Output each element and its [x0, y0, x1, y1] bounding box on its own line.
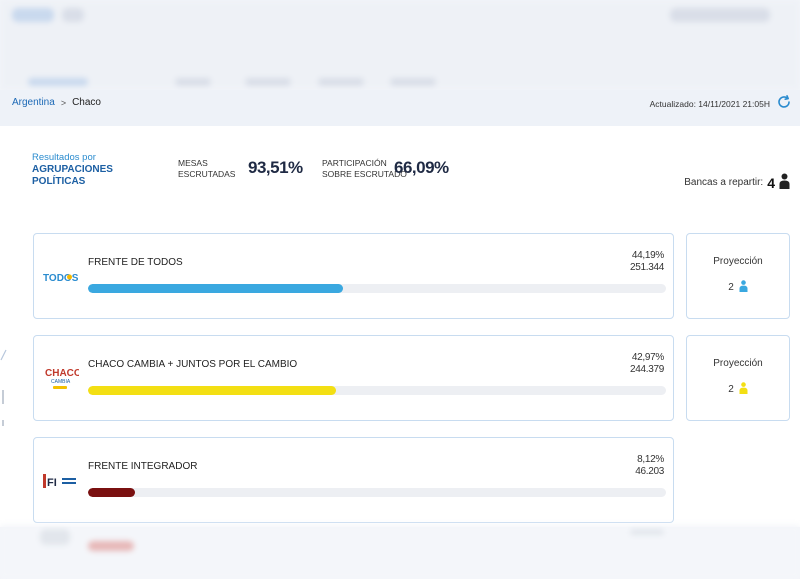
svg-text:CHACO: CHACO: [45, 368, 79, 379]
breadcrumb-country[interactable]: Argentina: [12, 97, 55, 108]
projection-title: Proyección: [713, 358, 763, 369]
projection-seats-value: 2: [728, 282, 734, 293]
party-name: FRENTE DE TODOS: [88, 257, 183, 268]
vote-share-bar: [88, 488, 666, 497]
party-name: CHACO CAMBIA + JUNTOS POR EL CAMBIO: [88, 359, 298, 370]
bancas-value: 4: [767, 174, 775, 191]
vote-share-bar: [88, 386, 666, 395]
party-votes: 251.344: [629, 262, 664, 273]
party-percentage: 8,12%: [637, 454, 664, 465]
projection-title: Proyección: [713, 256, 763, 267]
background-footer: [0, 525, 800, 579]
mesas-value: 93,51%: [248, 158, 303, 177]
bancas-a-repartir: Bancas a repartir: 4: [684, 173, 790, 192]
chaco-cambia-logo: CHACO CAMBIA: [43, 364, 79, 394]
svg-text:CAMBIA: CAMBIA: [51, 379, 71, 385]
side-edge-decoration: [0, 340, 8, 430]
vote-share-fill: [88, 284, 344, 293]
results-by-label: Resultados por AGRUPACIONES POLÍTICAS: [32, 152, 113, 188]
frente-de-todos-logo: TODOS: [43, 262, 79, 292]
svg-text:FI: FI: [47, 477, 57, 489]
projection-seats-value: 2: [728, 384, 734, 395]
bancas-label: Bancas a repartir:: [684, 177, 764, 188]
breadcrumb-separator: >: [60, 97, 67, 108]
mesas-label: MESAS ESCRUTADAS: [178, 158, 236, 179]
results-panel: Argentina > Chaco Actualizado: 14/11/202…: [0, 90, 800, 527]
person-icon: [739, 280, 748, 295]
breadcrumb-bar: Argentina > Chaco Actualizado: 14/11/202…: [0, 90, 800, 126]
vote-share-bar: [88, 284, 666, 293]
vote-share-fill: [88, 488, 135, 497]
updated-timestamp: Actualizado: 14/11/2021 21:05H: [649, 99, 770, 109]
person-icon: [739, 382, 748, 397]
projection-seats: 2: [687, 280, 789, 295]
projection-seats: 2: [687, 382, 789, 397]
party-card-chaco-cambia[interactable]: CHACO CAMBIA CHACO CAMBIA + JUNTOS POR E…: [33, 335, 674, 421]
party-votes: 244.379: [629, 364, 664, 375]
breadcrumb: Argentina > Chaco: [12, 97, 101, 108]
projection-card-chaco-cambia: Proyección 2: [686, 335, 790, 421]
vote-share-fill: [88, 386, 337, 395]
party-card-frente-de-todos[interactable]: TODOS FRENTE DE TODOS 44,19% 251.344: [33, 233, 674, 319]
person-icon: [779, 173, 790, 192]
party-percentage: 44,19%: [631, 250, 664, 261]
party-name: FRENTE INTEGRADOR: [88, 461, 198, 472]
results-main: AGRUPACIONES POLÍTICAS: [32, 164, 113, 187]
party-votes: 46.203: [635, 466, 664, 477]
results-prefix: Resultados por: [32, 152, 96, 163]
projection-card-frente-de-todos: Proyección 2: [686, 233, 790, 319]
party-percentage: 42,97%: [631, 352, 664, 363]
party-card-frente-integrador[interactable]: FI FRENTE INTEGRADOR 8,12% 46.203: [33, 437, 674, 523]
breadcrumb-province: Chaco: [72, 97, 101, 108]
participacion-value: 66,09%: [394, 158, 449, 177]
frente-integrador-logo: FI: [43, 466, 79, 496]
svg-text:TODOS: TODOS: [43, 273, 79, 284]
refresh-icon[interactable]: [776, 94, 792, 110]
background-header: [0, 0, 800, 90]
